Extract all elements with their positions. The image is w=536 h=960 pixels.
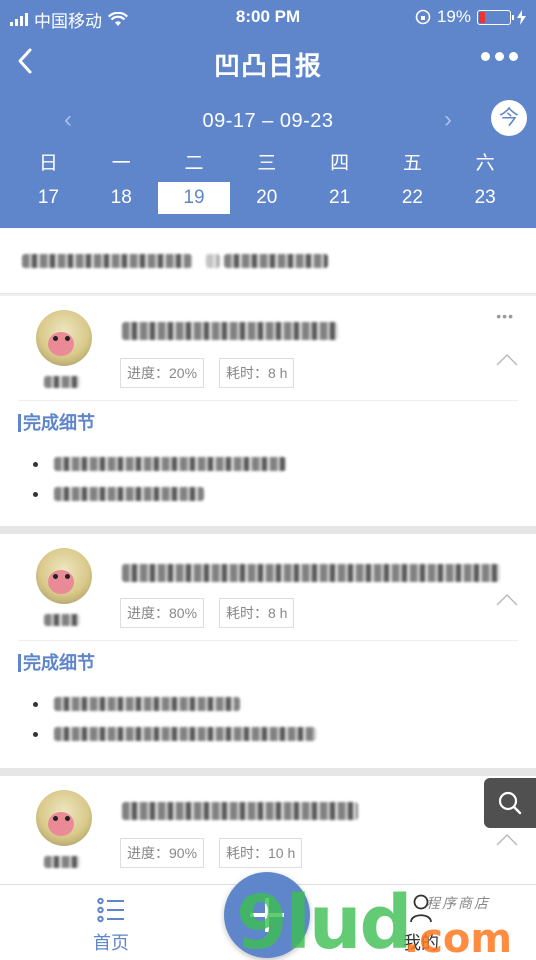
today-button[interactable]: 今 xyxy=(491,100,527,136)
blurred-username xyxy=(44,614,80,626)
avatar xyxy=(36,790,92,846)
progress-tag: 进度：20% xyxy=(120,358,205,388)
weekday-label: 六 xyxy=(475,153,495,174)
charging-icon xyxy=(517,9,526,25)
time-tag: 耗时：8 h xyxy=(219,598,295,628)
battery-icon xyxy=(477,9,514,25)
blurred-summary-text xyxy=(22,254,192,268)
chevron-up-icon[interactable] xyxy=(496,832,518,846)
blurred-summary-text xyxy=(206,254,220,268)
blurred-detail-line xyxy=(54,487,204,501)
blurred-card-title xyxy=(122,322,338,340)
floating-search-button[interactable] xyxy=(484,778,536,828)
progress-tag: 进度：80% xyxy=(120,598,205,628)
weekday-label: 三 xyxy=(257,153,277,174)
page-title: 凹凸日报 xyxy=(213,51,322,81)
more-icon[interactable] xyxy=(481,52,518,61)
blurred-card-title xyxy=(122,564,500,582)
list-icon xyxy=(97,897,124,923)
card-separator xyxy=(0,768,536,776)
date-cell[interactable]: 18 xyxy=(85,182,158,214)
blurred-username xyxy=(44,856,80,868)
weekday-label: 一 xyxy=(111,153,131,174)
time-tag: 耗时：8 h xyxy=(219,358,295,388)
app-screen: 中国移动 8:00 PM 19% 凹凸日报 ‹ 09-17 – 09-23 › … xyxy=(0,0,536,960)
next-week-button[interactable]: › xyxy=(444,106,452,134)
blurred-detail-line xyxy=(54,697,240,711)
watermark-logo: 9lud xyxy=(236,880,413,960)
date-cell[interactable]: 21 xyxy=(303,182,376,214)
card-separator xyxy=(0,526,536,534)
chevron-up-icon[interactable] xyxy=(496,352,518,366)
status-bar: 中国移动 8:00 PM 19% xyxy=(0,0,536,34)
card-menu-icon[interactable]: ••• xyxy=(496,308,514,324)
watermark-note: 程序商店 xyxy=(426,896,490,912)
date-cell-selected[interactable]: 19 xyxy=(157,182,231,214)
date-row: 17 18 19 20 21 22 23 xyxy=(12,182,522,214)
week-navigator: ‹ 09-17 – 09-23 › xyxy=(0,104,536,138)
weekday-label: 五 xyxy=(402,153,422,174)
weekday-label: 四 xyxy=(330,153,350,174)
bullet xyxy=(33,462,38,467)
tab-home-label: 首页 xyxy=(93,933,129,953)
date-cell[interactable]: 22 xyxy=(376,182,449,214)
blurred-card-title xyxy=(122,802,358,820)
battery-fill xyxy=(479,11,485,23)
avatar xyxy=(36,548,92,604)
section-title: 完成细节 xyxy=(18,654,95,672)
weekday-row: 日 一 二 三 四 五 六 xyxy=(12,148,522,175)
battery-percent: 19% xyxy=(436,7,471,26)
bullet xyxy=(33,732,38,737)
progress-tag: 进度：90% xyxy=(120,838,205,868)
time-tag: 耗时：10 h xyxy=(219,838,303,868)
week-range: 09-17 – 09-23 xyxy=(202,110,334,132)
section-title: 完成细节 xyxy=(18,414,95,432)
weekday-label: 日 xyxy=(38,153,58,174)
header: 中国移动 8:00 PM 19% 凹凸日报 ‹ 09-17 – 09-23 › … xyxy=(0,0,536,228)
date-cell[interactable]: 23 xyxy=(449,182,522,214)
chevron-up-icon[interactable] xyxy=(496,592,518,606)
report-card[interactable]: 进度：90% 耗时：10 h xyxy=(0,776,536,886)
report-card[interactable]: ••• 进度：20% 耗时：8 h 完成细节 xyxy=(0,296,536,526)
blurred-summary-text xyxy=(224,254,328,268)
divider xyxy=(18,400,518,401)
blurred-username xyxy=(44,376,80,388)
date-cell[interactable]: 20 xyxy=(230,182,303,214)
orientation-lock-icon xyxy=(415,9,431,25)
blurred-detail-line xyxy=(54,727,316,741)
bullet xyxy=(33,702,38,707)
avatar xyxy=(36,310,92,366)
bullet xyxy=(33,492,38,497)
date-cell[interactable]: 17 xyxy=(12,182,85,214)
weekday-label: 二 xyxy=(184,153,204,174)
tab-home[interactable]: 首页 xyxy=(56,885,166,960)
summary-row xyxy=(0,228,536,294)
report-card[interactable]: 进度：80% 耗时：8 h 完成细节 xyxy=(0,534,536,768)
search-icon xyxy=(498,791,522,815)
blurred-detail-line xyxy=(54,457,286,471)
divider xyxy=(18,640,518,641)
watermark-suffix: .com xyxy=(404,916,513,960)
nav-bar: 凹凸日报 xyxy=(0,40,536,84)
